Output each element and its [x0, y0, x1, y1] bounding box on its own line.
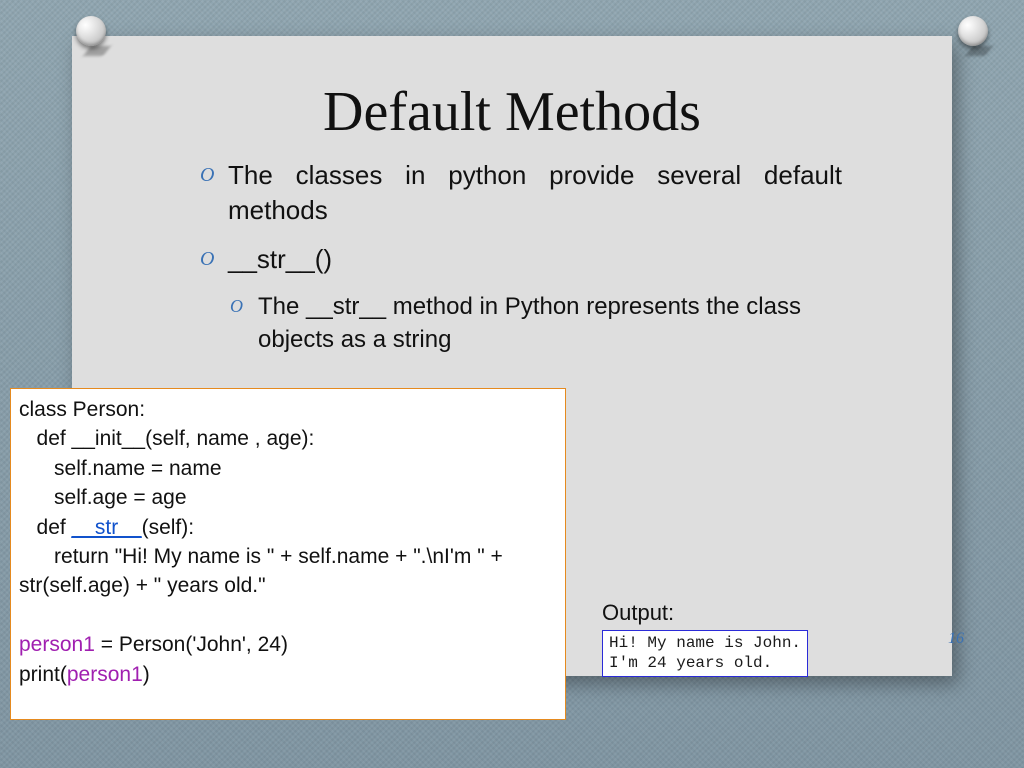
code-line: ) [143, 663, 150, 686]
code-line: def __init__(self, name , age): [19, 427, 314, 450]
code-line: (self): [142, 516, 195, 539]
code-line: self.name = name [19, 457, 222, 480]
pushpin-icon [70, 14, 114, 58]
keyword-str: __str__ [72, 516, 142, 539]
code-line: print( [19, 663, 67, 686]
output-box: Hi! My name is John. I'm 24 years old. [602, 630, 808, 677]
code-example-box: class Person: def __init__(self, name , … [10, 388, 566, 720]
slide-title: Default Methods [72, 36, 952, 144]
code-line: return "Hi! My name is " + self.name + "… [19, 545, 509, 597]
bullet-item-1: The classes in python provide several de… [200, 158, 842, 228]
pushpin-icon [952, 14, 996, 58]
bullet-item-3: The __str__ method in Python represents … [230, 291, 842, 356]
code-line: self.age = age [19, 486, 187, 509]
bullet-item-2: __str__() [200, 242, 842, 277]
code-line: def [19, 516, 72, 539]
var-person1: person1 [19, 633, 95, 656]
bullet-list: The classes in python provide several de… [72, 144, 952, 356]
output-label: Output: [602, 600, 674, 626]
code-line: class Person: [19, 398, 145, 421]
page-number: 16 [948, 630, 964, 648]
code-line: = Person('John', 24) [95, 633, 288, 656]
var-person1: person1 [67, 663, 143, 686]
